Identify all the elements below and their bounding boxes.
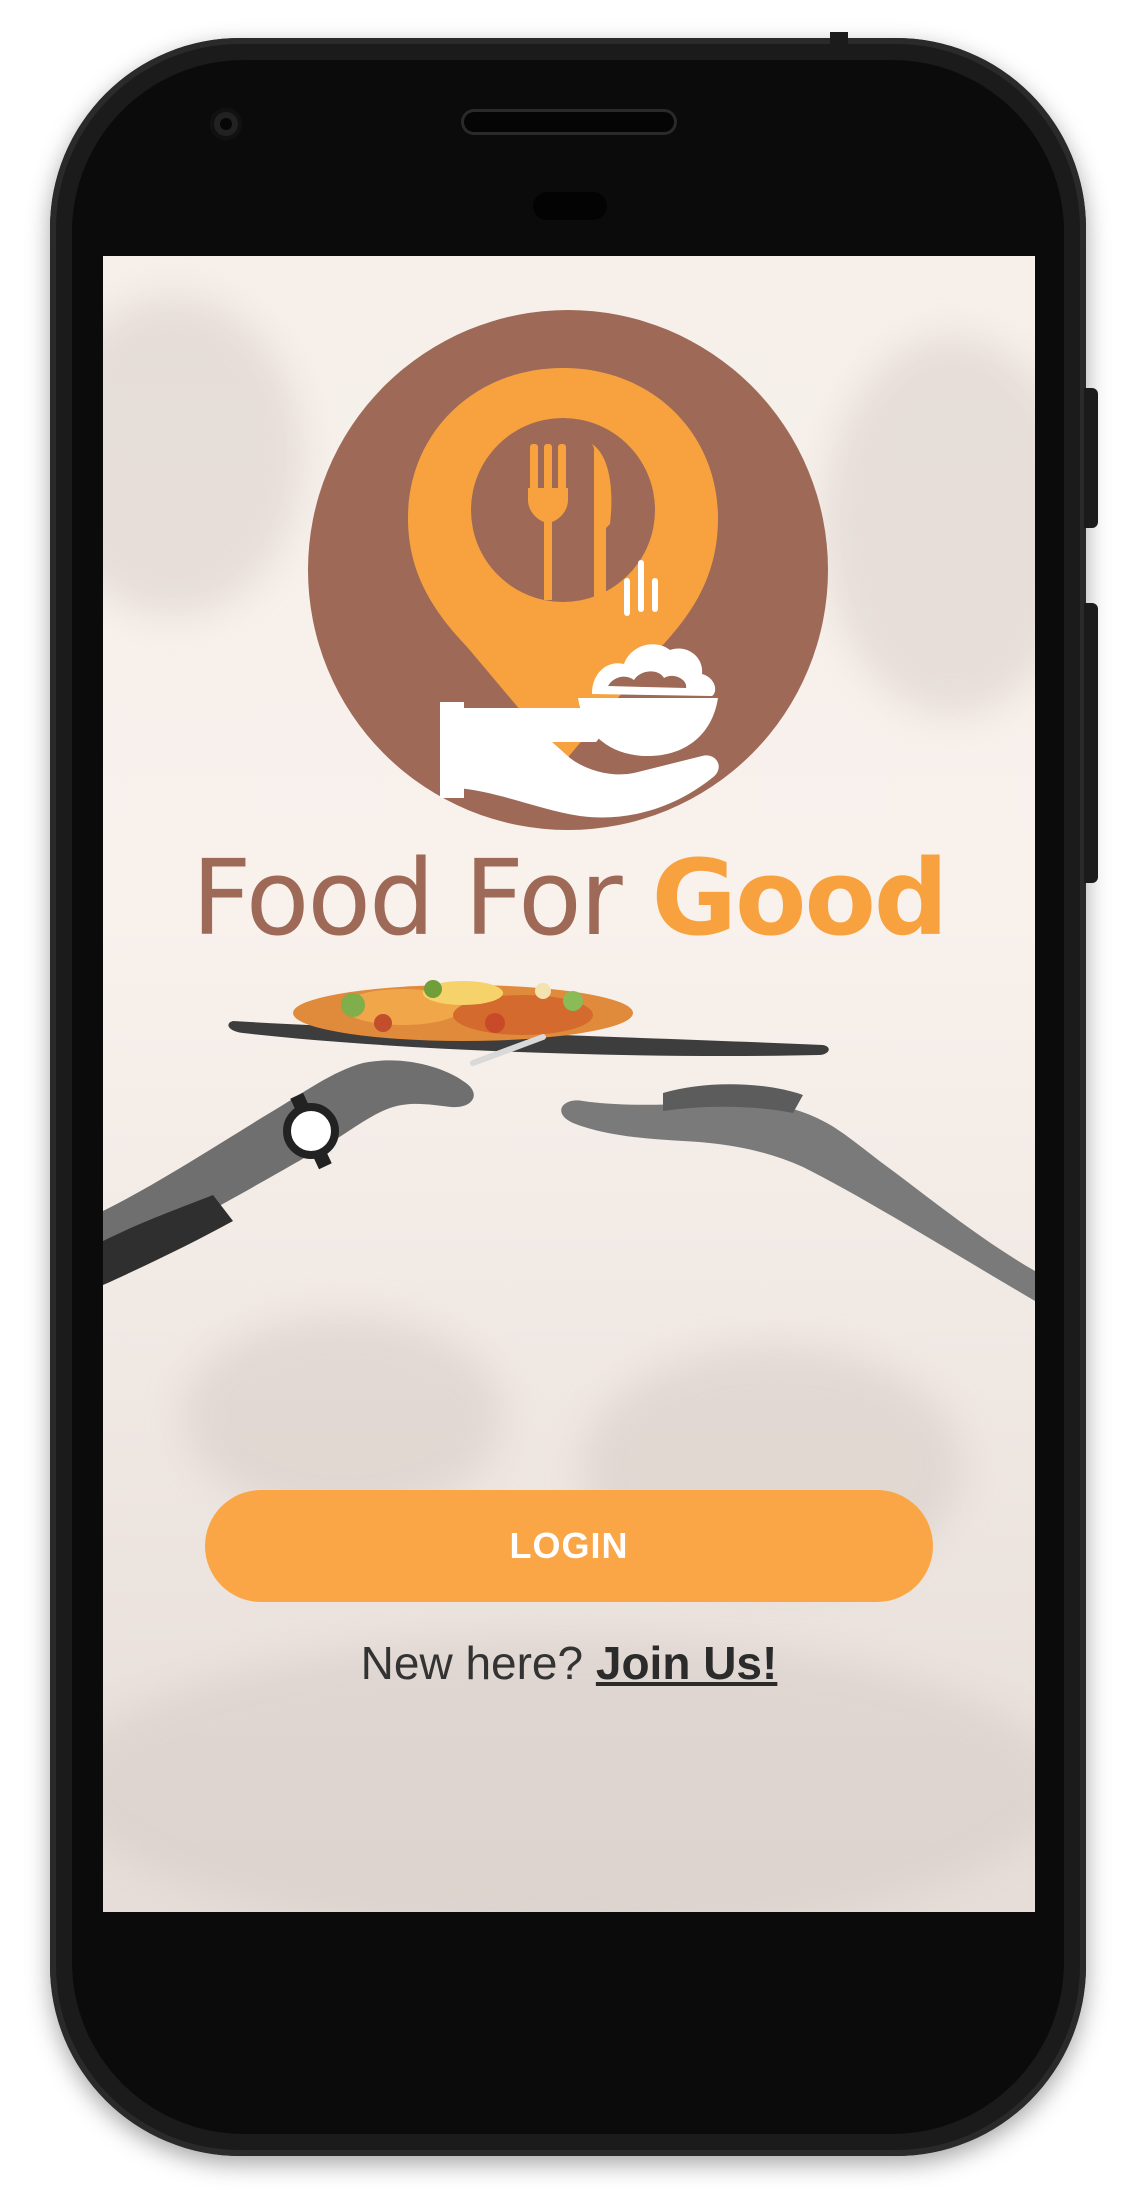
hands-sharing-food-illustration [103, 980, 1035, 1301]
background-blur [183, 1316, 503, 1516]
front-camera [210, 108, 242, 140]
phone-power-button [1084, 603, 1098, 883]
title-food-for: Food For [191, 837, 652, 959]
login-button[interactable]: LOGIN [205, 1490, 933, 1602]
title-good: Good [651, 837, 949, 959]
join-us-link[interactable]: Join Us! [596, 1637, 777, 1689]
app-screen: Food For Good LOGIN New here? Join Us! [103, 256, 1035, 1912]
app-title: Food For Good [103, 846, 1035, 950]
app-logo-icon [308, 310, 828, 830]
earpiece-speaker [464, 112, 674, 132]
signup-row: New here? Join Us! [103, 1636, 1035, 1690]
background-blur [103, 296, 303, 616]
phone-top-button [830, 32, 848, 50]
signup-prompt: New here? [360, 1637, 596, 1689]
background-blur [823, 336, 1035, 716]
phone-volume-button [1084, 388, 1098, 528]
proximity-sensor [533, 192, 607, 220]
